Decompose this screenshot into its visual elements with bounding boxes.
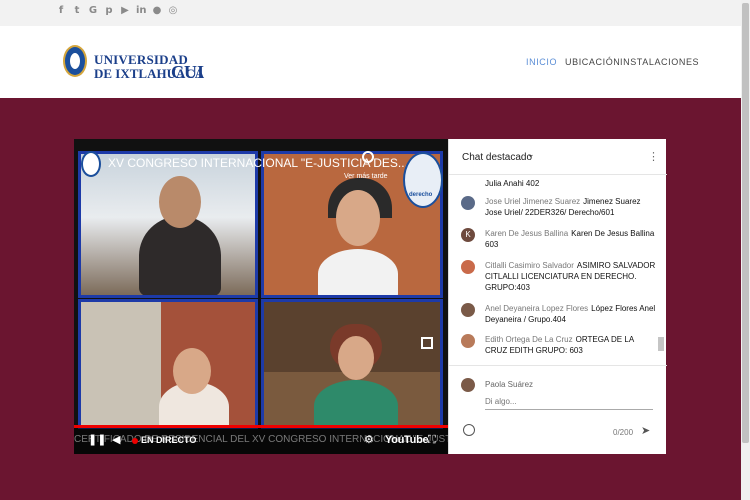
channel-seal-icon[interactable] (81, 151, 101, 177)
avatar[interactable] (461, 303, 475, 317)
youtube-logo[interactable]: YouTube (385, 434, 429, 446)
expand-icon[interactable] (421, 337, 433, 349)
derecho-seal-icon: derecho (403, 152, 443, 208)
current-user-name: Paola Suárez (485, 380, 534, 389)
live-label[interactable]: EN DIRECTO (141, 435, 196, 445)
participant-figure (314, 380, 398, 426)
live-indicator-icon (132, 438, 138, 444)
chat-message-text: Julia Anahi 402 (485, 179, 540, 188)
chat-message-list[interactable]: Julia Anahi 402 Jose Uriel Jimenez Suare… (449, 176, 657, 362)
nav-ubicacion[interactable]: UBICACIÓN (565, 57, 620, 67)
chat-message: Jose Uriel Jimenez Suarez Jimenez Suarez … (461, 196, 656, 218)
facebook-icon[interactable]: f (56, 4, 66, 18)
social-bar: f t G p ▶ in ● ◎ (0, 0, 741, 26)
chat-author[interactable]: Anel Deyaneira Lopez Flores (485, 304, 588, 313)
site-header: UNIVERSIDAD DE IXTLAHUACA CUI INICIO UBI… (0, 26, 741, 98)
chevron-down-icon[interactable]: ⌄ (527, 150, 535, 160)
chat-author[interactable]: Jose Uriel Jimenez Suarez (485, 197, 580, 206)
send-icon[interactable]: ➤ (641, 424, 650, 437)
page-scrollbar[interactable] (741, 0, 750, 500)
video-tile-speaker-4 (261, 299, 443, 429)
video-player[interactable]: XV CONGRESO INTERNACIONAL "E-JUSTICIA DE… (74, 139, 448, 454)
chat-input[interactable] (485, 394, 653, 410)
watch-later-icon[interactable] (362, 151, 374, 163)
chat-scrollbar-thumb[interactable] (658, 337, 664, 351)
chat-compose: Paola Suárez 0/200 ➤ (449, 365, 667, 454)
chat-message: Anel Deyaneira Lopez Flores López Flores … (461, 303, 656, 325)
whatsapp-icon[interactable]: ◎ (168, 4, 178, 18)
volume-icon[interactable]: ◀ (112, 433, 120, 446)
chat-message: Julia Anahi 402 (461, 178, 656, 189)
logo-brand[interactable]: CUI (171, 62, 204, 83)
participant-face (159, 176, 201, 228)
video-tile-speaker-3 (78, 299, 258, 429)
video-controls: CERTIFICADO DE RESIDENCIAL DEL XV CONGRE… (74, 428, 448, 454)
chat-message: Citlalli Casimiro Salvador ASIMIRO SALVAD… (461, 260, 656, 293)
avatar[interactable] (461, 196, 475, 210)
settings-icon[interactable]: ⚙ (364, 433, 374, 446)
chat-message: K Karen De Jesus Ballina Karen De Jesus B… (461, 228, 656, 250)
youtube-icon[interactable]: ▶ (120, 4, 130, 18)
nav-inicio[interactable]: INICIO (526, 57, 557, 67)
social-icons: f t G p ▶ in ● ◎ (56, 4, 178, 18)
page-scrollbar-thumb[interactable] (742, 3, 749, 443)
fullscreen-icon[interactable]: ⛶ (428, 433, 436, 447)
avatar (461, 378, 475, 392)
live-chat-panel: Chat destacado ⌄ ⋮ Julia Anahi 402 Jose … (448, 139, 667, 454)
flickr-icon[interactable]: ● (152, 4, 162, 18)
chat-header: Chat destacado ⌄ ⋮ (449, 139, 667, 175)
chat-message: Edith Ortega De La Cruz ORTEGA DE LA CRUZ… (461, 334, 656, 356)
pause-icon[interactable]: ❚❚ (88, 433, 106, 446)
university-seal-icon[interactable] (63, 45, 87, 77)
linkedin-icon[interactable]: in (136, 4, 147, 18)
emoji-icon[interactable] (463, 424, 475, 436)
participant-face (338, 336, 374, 380)
participant-face (336, 190, 380, 246)
twitter-icon[interactable]: t (72, 4, 82, 18)
participant-face (173, 348, 211, 394)
chat-title[interactable]: Chat destacado (462, 152, 532, 163)
video-title-bar: XV CONGRESO INTERNACIONAL "E-JUSTICIA DE… (74, 149, 448, 179)
avatar[interactable]: K (461, 228, 475, 242)
pinterest-icon[interactable]: p (104, 4, 114, 18)
derecho-seal-text: derecho (409, 192, 433, 198)
more-options-icon[interactable]: ⋮ (648, 150, 659, 163)
participant-figure (318, 249, 398, 295)
chat-author[interactable]: Citlalli Casimiro Salvador (485, 261, 574, 270)
character-counter: 0/200 (613, 428, 634, 437)
room-door (81, 302, 161, 426)
nav-instalaciones[interactable]: INSTALACIONES (620, 57, 699, 67)
google-plus-icon[interactable]: G (88, 4, 98, 18)
watch-later-label[interactable]: Ver más tarde (344, 173, 388, 180)
avatar[interactable] (461, 334, 475, 348)
chat-author[interactable]: Karen De Jesus Ballina (485, 229, 568, 238)
avatar[interactable] (461, 260, 475, 274)
chat-scrollbar[interactable] (658, 179, 664, 359)
chat-author[interactable]: Edith Ortega De La Cruz (485, 335, 573, 344)
participant-figure (139, 216, 221, 295)
